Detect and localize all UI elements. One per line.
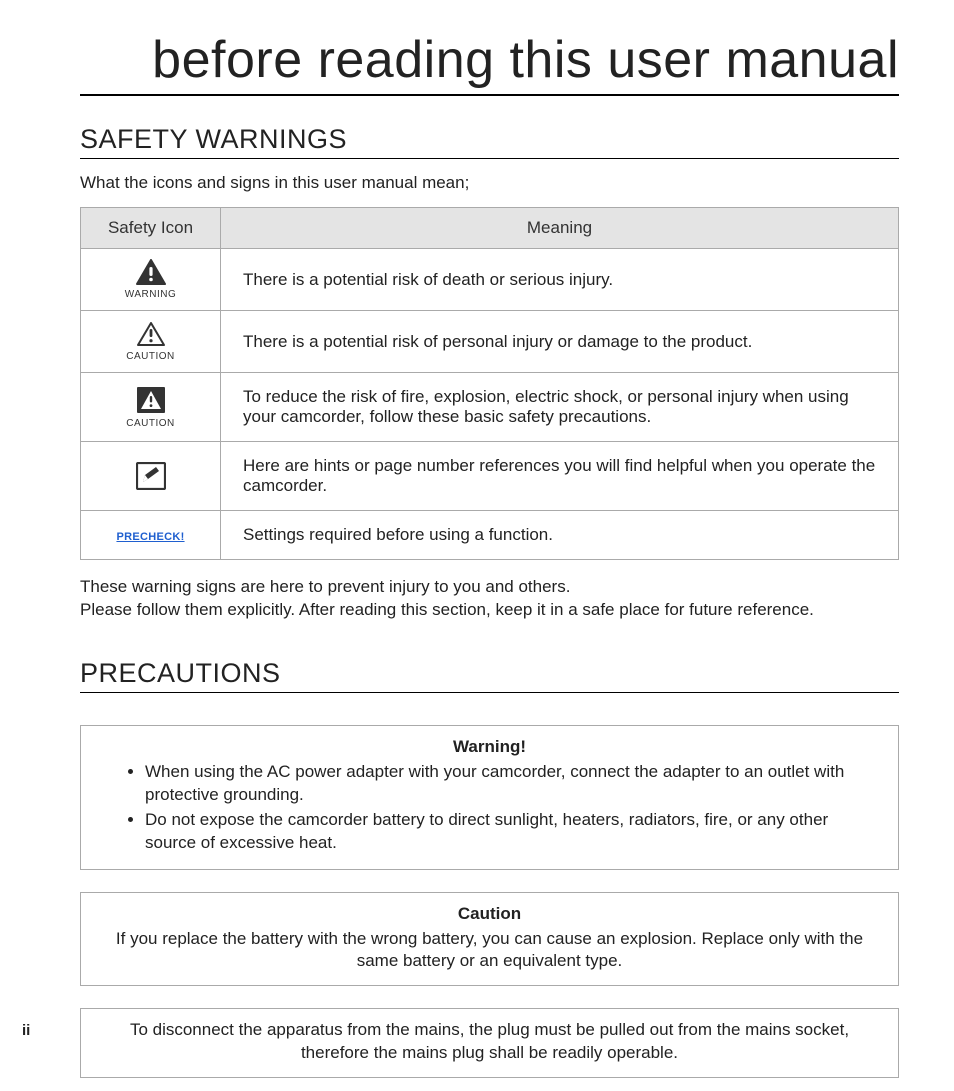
meaning-cell: Here are hints or page number references… [221, 442, 899, 511]
disconnect-box: To disconnect the apparatus from the mai… [80, 1008, 899, 1078]
list-item: When using the AC power adapter with you… [145, 761, 876, 807]
safety-intro: What the icons and signs in this user ma… [80, 173, 899, 193]
meaning-cell: Settings required before using a functio… [221, 511, 899, 560]
precheck-label: PRECHECK! [116, 531, 184, 543]
meaning-cell: There is a potential risk of death or se… [221, 249, 899, 311]
footnote-line: These warning signs are here to prevent … [80, 577, 570, 596]
warning-triangle-solid-icon [136, 259, 166, 285]
th-safety-icon: Safety Icon [81, 208, 221, 249]
page-title: before reading this user manual [80, 30, 899, 96]
page-number: ii [22, 1022, 30, 1039]
icon-label: CAUTION [85, 351, 216, 362]
list-item: Do not expose the camcorder battery to d… [145, 809, 876, 855]
safety-icon-table: Safety Icon Meaning WARNING There is a p… [80, 207, 899, 560]
icon-label: CAUTION [85, 418, 216, 429]
footnote-line: Please follow them explicitly. After rea… [80, 600, 814, 619]
table-row: CAUTION To reduce the risk of fire, expl… [81, 373, 899, 442]
safety-footnote: These warning signs are here to prevent … [80, 576, 899, 622]
caution-box-title: Caution [109, 903, 870, 926]
meaning-cell: There is a potential risk of personal in… [221, 311, 899, 373]
warning-box-title: Warning! [103, 736, 876, 759]
caution-box: Caution If you replace the battery with … [80, 892, 899, 987]
icon-label: WARNING [85, 289, 216, 300]
disconnect-box-text: To disconnect the apparatus from the mai… [109, 1019, 870, 1065]
safety-warnings-heading: SAFETY WARNINGS [80, 124, 899, 159]
th-meaning: Meaning [221, 208, 899, 249]
note-pencil-box-icon [136, 462, 166, 490]
table-row: WARNING There is a potential risk of dea… [81, 249, 899, 311]
table-row: Here are hints or page number references… [81, 442, 899, 511]
table-row: CAUTION There is a potential risk of per… [81, 311, 899, 373]
table-row: PRECHECK! Settings required before using… [81, 511, 899, 560]
caution-triangle-outline-icon [136, 321, 166, 347]
precautions-heading: PRECAUTIONS [80, 658, 899, 693]
warning-box: Warning! When using the AC power adapter… [80, 725, 899, 870]
caution-triangle-boxed-icon [136, 386, 166, 414]
caution-box-text: If you replace the battery with the wron… [109, 928, 870, 974]
meaning-cell: To reduce the risk of fire, explosion, e… [221, 373, 899, 442]
